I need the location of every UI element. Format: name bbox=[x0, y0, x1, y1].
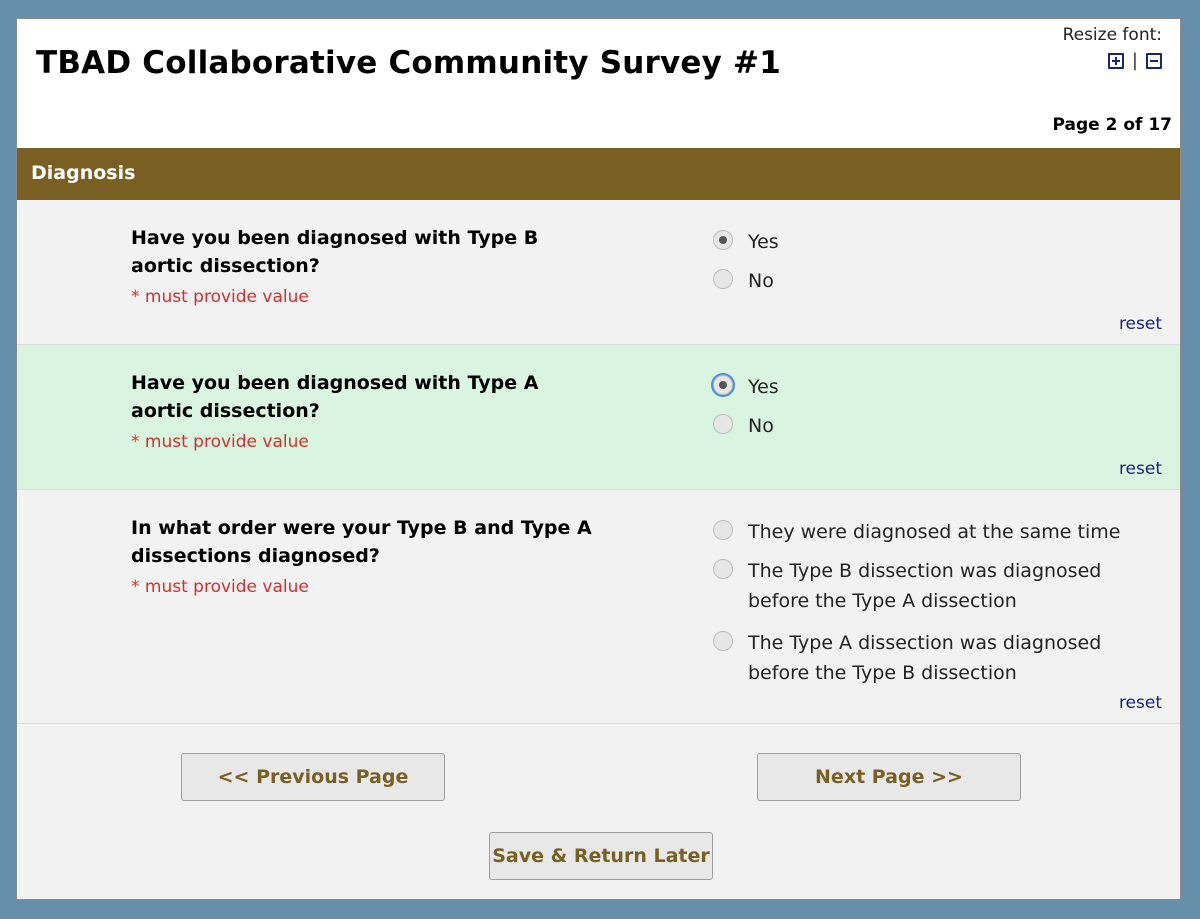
increase-font-icon[interactable] bbox=[1107, 52, 1124, 69]
option-label: No bbox=[748, 270, 774, 292]
resize-separator: | bbox=[1131, 50, 1138, 71]
option-a-before-b[interactable]: The Type A dissection was diagnosed befo… bbox=[713, 631, 1153, 688]
question-dissection-order: In what order were your Type B and Type … bbox=[17, 490, 1180, 724]
radio-no[interactable] bbox=[713, 414, 733, 434]
radio-b-before-a[interactable] bbox=[713, 559, 733, 579]
radio-same-time[interactable] bbox=[713, 520, 733, 540]
reset-link[interactable]: reset bbox=[1119, 459, 1162, 479]
resize-font-controls: | bbox=[1107, 50, 1162, 71]
option-no[interactable]: No bbox=[713, 269, 1153, 293]
option-yes[interactable]: Yes bbox=[713, 375, 1153, 399]
option-label: Yes bbox=[748, 231, 779, 253]
required-note: * must provide value bbox=[131, 287, 309, 307]
reset-link[interactable]: reset bbox=[1119, 693, 1162, 713]
reset-link[interactable]: reset bbox=[1119, 314, 1162, 334]
option-yes[interactable]: Yes bbox=[713, 230, 1153, 254]
option-no[interactable]: No bbox=[713, 414, 1153, 438]
section-header-diagnosis: Diagnosis bbox=[17, 148, 1180, 200]
option-label: They were diagnosed at the same time bbox=[748, 521, 1121, 543]
answer-options: Yes No bbox=[713, 230, 1153, 308]
option-b-before-a[interactable]: The Type B dissection was diagnosed befo… bbox=[713, 559, 1153, 616]
radio-yes[interactable] bbox=[713, 375, 733, 395]
question-label: In what order were your Type B and Type … bbox=[131, 517, 592, 567]
answer-options: Yes No bbox=[713, 375, 1153, 453]
question-label: Have you been diagnosed with Type A aort… bbox=[131, 372, 539, 422]
next-page-button[interactable]: Next Page >> bbox=[757, 753, 1021, 801]
option-label: The Type B dissection was diagnosed befo… bbox=[748, 560, 1102, 612]
save-return-later-button[interactable]: Save & Return Later bbox=[489, 832, 713, 880]
required-note: * must provide value bbox=[131, 432, 309, 452]
option-label: Yes bbox=[748, 376, 779, 398]
question-label: Have you been diagnosed with Type B aort… bbox=[131, 227, 539, 277]
survey-panel: TBAD Collaborative Community Survey #1 R… bbox=[16, 18, 1181, 900]
required-note: * must provide value bbox=[131, 577, 309, 597]
radio-no[interactable] bbox=[713, 269, 733, 289]
option-label: The Type A dissection was diagnosed befo… bbox=[748, 632, 1102, 684]
page-indicator: Page 2 of 17 bbox=[1052, 115, 1173, 135]
survey-header: TBAD Collaborative Community Survey #1 R… bbox=[17, 19, 1180, 149]
survey-title: TBAD Collaborative Community Survey #1 bbox=[36, 45, 781, 81]
option-label: No bbox=[748, 415, 774, 437]
option-same-time[interactable]: They were diagnosed at the same time bbox=[713, 520, 1153, 544]
previous-page-button[interactable]: << Previous Page bbox=[181, 753, 445, 801]
question-type-b-diagnosis: Have you been diagnosed with Type B aort… bbox=[17, 200, 1180, 345]
question-type-a-diagnosis: Have you been diagnosed with Type A aort… bbox=[17, 345, 1180, 490]
answer-options: They were diagnosed at the same time The… bbox=[713, 520, 1153, 703]
radio-a-before-b[interactable] bbox=[713, 631, 733, 651]
radio-yes[interactable] bbox=[713, 230, 733, 250]
resize-font-label: Resize font: bbox=[1062, 25, 1162, 45]
decrease-font-icon[interactable] bbox=[1146, 52, 1162, 69]
